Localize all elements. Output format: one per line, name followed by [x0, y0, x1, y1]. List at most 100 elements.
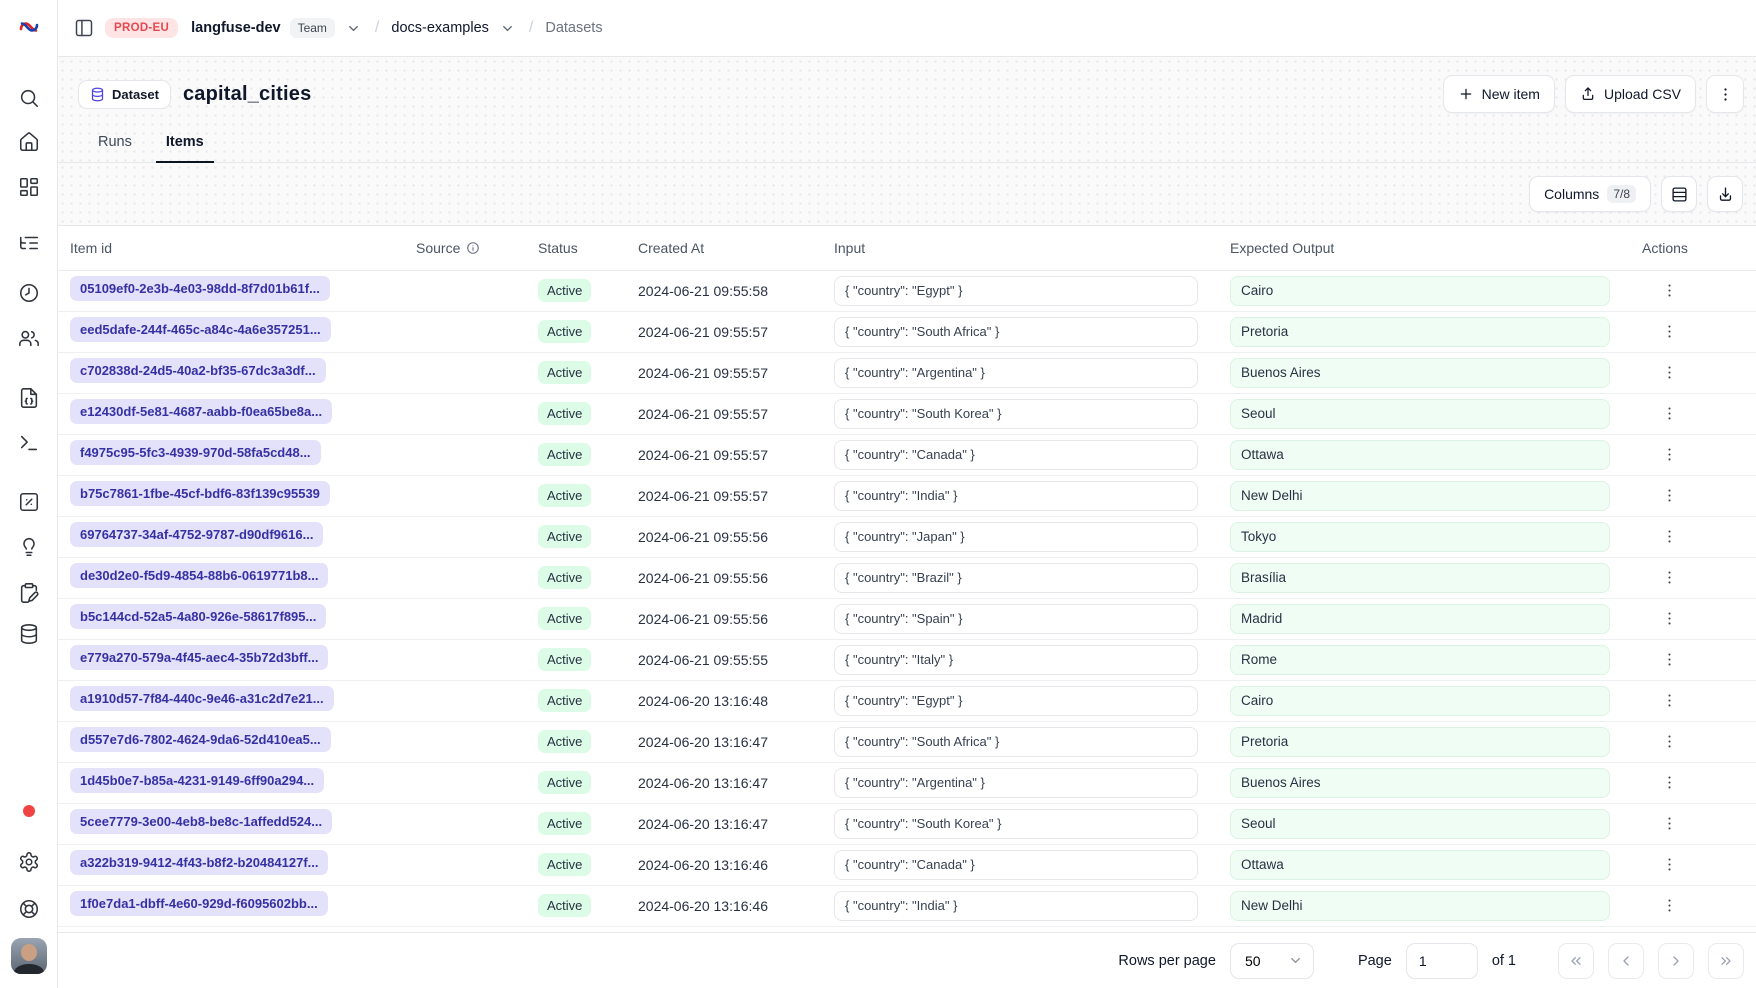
- input-value[interactable]: { "country": "Argentina" }: [834, 768, 1198, 798]
- previous-page-button[interactable]: [1608, 943, 1644, 979]
- page-number-input[interactable]: [1406, 943, 1478, 979]
- row-actions-menu-button[interactable]: [1656, 688, 1682, 714]
- row-actions-menu-button[interactable]: [1656, 729, 1682, 755]
- input-value[interactable]: { "country": "South Africa" }: [834, 727, 1198, 757]
- input-value[interactable]: { "country": "South Korea" }: [834, 809, 1198, 839]
- sidebar-item-playground-terminal[interactable]: [11, 425, 47, 461]
- item-id-link[interactable]: b5c144cd-52a5-4a80-926e-58617f895...: [70, 604, 326, 629]
- item-id-link[interactable]: 1d45b0e7-b85a-4231-9149-6ff90a294...: [70, 768, 324, 793]
- sidebar-item-datasets-database[interactable]: [11, 616, 47, 652]
- expected-output-value[interactable]: Ottawa: [1230, 850, 1610, 880]
- input-value[interactable]: { "country": "Canada" }: [834, 850, 1198, 880]
- input-value[interactable]: { "country": "Canada" }: [834, 440, 1198, 470]
- user-avatar[interactable]: [11, 938, 47, 974]
- col-header-expected-output[interactable]: Expected Output: [1218, 226, 1630, 270]
- col-header-source[interactable]: Source: [404, 226, 526, 270]
- item-id-link[interactable]: a322b319-9412-4f43-b8f2-b20484127f...: [70, 850, 328, 875]
- row-actions-menu-button[interactable]: [1656, 401, 1682, 427]
- expected-output-value[interactable]: Cairo: [1230, 686, 1610, 716]
- input-value[interactable]: { "country": "Egypt" }: [834, 686, 1198, 716]
- input-value[interactable]: { "country": "India" }: [834, 891, 1198, 921]
- columns-button[interactable]: Columns 7/8: [1529, 176, 1651, 212]
- input-value[interactable]: { "country": "Spain" }: [834, 604, 1198, 634]
- row-actions-menu-button[interactable]: [1656, 770, 1682, 796]
- expected-output-value[interactable]: Rome: [1230, 645, 1610, 675]
- col-header-created-at[interactable]: Created At: [626, 226, 822, 270]
- expected-output-value[interactable]: Pretoria: [1230, 727, 1610, 757]
- row-actions-menu-button[interactable]: [1656, 565, 1682, 591]
- item-id-link[interactable]: e779a270-579a-4f45-aec4-35b72d3bff...: [70, 645, 328, 670]
- tab-items[interactable]: Items: [156, 134, 214, 163]
- item-id-link[interactable]: eed5dafe-244f-465c-a84c-4a6e357251...: [70, 317, 331, 342]
- input-value[interactable]: { "country": "Japan" }: [834, 522, 1198, 552]
- expected-output-value[interactable]: Seoul: [1230, 399, 1610, 429]
- row-actions-menu-button[interactable]: [1656, 606, 1682, 632]
- first-page-button[interactable]: [1558, 943, 1594, 979]
- input-value[interactable]: { "country": "India" }: [834, 481, 1198, 511]
- sidebar-item-users[interactable]: [11, 320, 47, 356]
- expected-output-value[interactable]: Madrid: [1230, 604, 1610, 634]
- sidebar-item-prompts-file[interactable]: [11, 380, 47, 416]
- last-page-button[interactable]: [1708, 943, 1744, 979]
- tab-runs[interactable]: Runs: [88, 134, 142, 163]
- expected-output-value[interactable]: New Delhi: [1230, 891, 1610, 921]
- expected-output-value[interactable]: Brasília: [1230, 563, 1610, 593]
- upload-csv-button[interactable]: Upload CSV: [1565, 75, 1696, 113]
- item-id-link[interactable]: e12430df-5e81-4687-aabb-f0ea65be8a...: [70, 399, 332, 424]
- item-id-link[interactable]: de30d2e0-f5d9-4854-88b6-0619771b8...: [70, 563, 328, 588]
- item-id-link[interactable]: a1910d57-7f84-440c-9e46-a31c2d7e21...: [70, 686, 334, 711]
- row-actions-menu-button[interactable]: [1656, 360, 1682, 386]
- project-switcher-chevron-icon[interactable]: [498, 19, 517, 38]
- export-download-button[interactable]: [1707, 176, 1743, 212]
- item-id-link[interactable]: 05109ef0-2e3b-4e03-98dd-8f7d01b61f...: [70, 276, 330, 301]
- expected-output-value[interactable]: Buenos Aires: [1230, 768, 1610, 798]
- org-name[interactable]: langfuse-dev: [191, 20, 280, 36]
- input-value[interactable]: { "country": "Brazil" }: [834, 563, 1198, 593]
- org-switcher-chevron-icon[interactable]: [344, 19, 363, 38]
- input-value[interactable]: { "country": "Egypt" }: [834, 276, 1198, 306]
- item-id-link[interactable]: 69764737-34af-4752-9787-d90df9616...: [70, 522, 323, 547]
- input-value[interactable]: { "country": "South Korea" }: [834, 399, 1198, 429]
- col-header-input[interactable]: Input: [822, 226, 1218, 270]
- sidebar-toggle-icon[interactable]: [72, 16, 96, 40]
- breadcrumb-section[interactable]: Datasets: [545, 20, 602, 36]
- new-item-button[interactable]: New item: [1443, 75, 1555, 113]
- item-id-link[interactable]: c702838d-24d5-40a2-bf35-67dc3a3df...: [70, 358, 326, 383]
- project-name[interactable]: docs-examples: [391, 20, 489, 36]
- expected-output-value[interactable]: Cairo: [1230, 276, 1610, 306]
- sidebar-item-tracing-list[interactable]: [11, 225, 47, 261]
- sidebar-item-sessions-clock[interactable]: [11, 275, 47, 311]
- item-id-link[interactable]: 5cee7779-3e00-4eb8-be8c-1affedd524...: [70, 809, 332, 834]
- row-actions-menu-button[interactable]: [1656, 442, 1682, 468]
- sidebar-item-annotation-clipboard[interactable]: [11, 575, 47, 611]
- row-actions-menu-button[interactable]: [1656, 319, 1682, 345]
- next-page-button[interactable]: [1658, 943, 1694, 979]
- col-header-item-id[interactable]: Item id: [58, 226, 404, 270]
- langfuse-logo[interactable]: [15, 13, 43, 41]
- item-id-link[interactable]: d557e7d6-7802-4624-9da6-52d410ea5...: [70, 727, 331, 752]
- sidebar-item-evaluation-percent[interactable]: [11, 484, 47, 520]
- expected-output-value[interactable]: Tokyo: [1230, 522, 1610, 552]
- row-actions-menu-button[interactable]: [1656, 852, 1682, 878]
- expected-output-value[interactable]: Ottawa: [1230, 440, 1610, 470]
- col-header-status[interactable]: Status: [526, 226, 626, 270]
- rows-per-page-select[interactable]: 50: [1230, 943, 1314, 979]
- row-actions-menu-button[interactable]: [1656, 811, 1682, 837]
- expected-output-value[interactable]: New Delhi: [1230, 481, 1610, 511]
- expected-output-value[interactable]: Seoul: [1230, 809, 1610, 839]
- dataset-actions-menu-button[interactable]: [1706, 75, 1744, 113]
- row-actions-menu-button[interactable]: [1656, 278, 1682, 304]
- item-id-link[interactable]: 1f0e7da1-dbff-4e60-929d-f6095602bb...: [70, 891, 328, 916]
- row-height-button[interactable]: [1661, 176, 1697, 212]
- input-value[interactable]: { "country": "Argentina" }: [834, 358, 1198, 388]
- input-value[interactable]: { "country": "South Africa" }: [834, 317, 1198, 347]
- row-actions-menu-button[interactable]: [1656, 483, 1682, 509]
- row-actions-menu-button[interactable]: [1656, 893, 1682, 919]
- sidebar-item-dashboard[interactable]: [11, 169, 47, 205]
- expected-output-value[interactable]: Pretoria: [1230, 317, 1610, 347]
- sidebar-item-lightbulb[interactable]: [11, 529, 47, 565]
- item-id-link[interactable]: b75c7861-1fbe-45cf-bdf6-83f139c95539: [70, 481, 330, 506]
- sidebar-item-settings-gear[interactable]: [11, 844, 47, 880]
- row-actions-menu-button[interactable]: [1656, 524, 1682, 550]
- item-id-link[interactable]: f4975c95-5fc3-4939-970d-58fa5cd48...: [70, 440, 321, 465]
